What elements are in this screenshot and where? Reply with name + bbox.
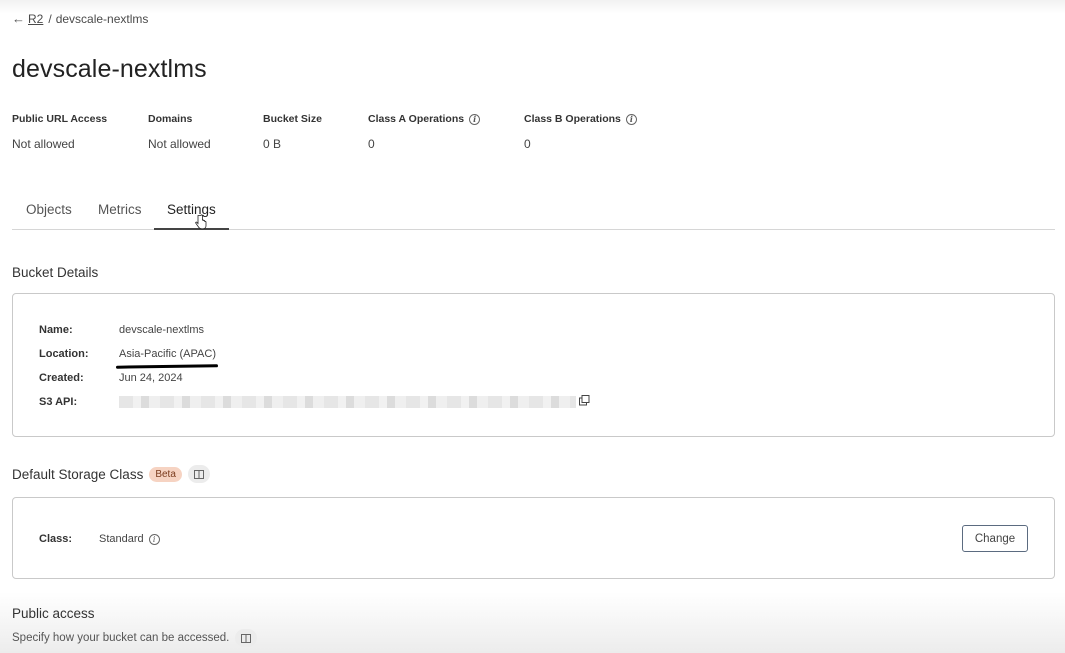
detail-label: Name:: [39, 324, 73, 336]
detail-label: S3 API:: [39, 396, 78, 408]
beta-badge: Beta: [149, 466, 182, 482]
bucket-created-value: Jun 24, 2024: [119, 372, 183, 384]
stat-class-a-operations: Class A Operations i 0: [368, 113, 481, 151]
stat-label: Domains: [148, 113, 193, 125]
breadcrumb-current: devscale-nextlms: [55, 11, 149, 26]
stat-label: Public URL Access: [12, 113, 108, 125]
hand-pointer-icon: [195, 214, 207, 230]
breadcrumb-link-r2[interactable]: R2: [28, 12, 43, 26]
active-tab-indicator: [154, 228, 229, 230]
stat-public-url-access: Public URL Access Not allowed: [12, 113, 107, 151]
detail-label: Location:: [39, 348, 89, 360]
storage-class-card: Class: Standard i Change: [12, 497, 1055, 579]
detail-row-location: Location: Asia-Pacific (APAC): [39, 348, 216, 360]
public-access-title: Public access: [12, 606, 95, 621]
bucket-details-title: Bucket Details: [12, 265, 99, 280]
breadcrumb-separator: /: [48, 11, 52, 26]
stat-domains: Domains Not allowed: [148, 113, 211, 151]
bucket-details-card: Name: devscale-nextlms Location: Asia-Pa…: [12, 293, 1055, 437]
page-title: devscale-nextlms: [12, 55, 207, 83]
change-storage-class-button[interactable]: Change: [962, 525, 1028, 552]
detail-row-name: Name: devscale-nextlms: [39, 324, 204, 336]
detail-label: Created:: [39, 372, 84, 384]
stat-bucket-size: Bucket Size 0 B: [263, 113, 322, 151]
stat-label: Class A Operations i: [368, 113, 481, 125]
info-circle-icon[interactable]: i: [469, 113, 481, 125]
arrow-left-icon[interactable]: ←: [12, 11, 25, 26]
s3-api-value-redacted: [119, 396, 576, 408]
storage-class-row: Class: Standard i: [39, 533, 160, 545]
detail-row-created: Created: Jun 24, 2024: [39, 372, 183, 384]
book-icon[interactable]: [235, 629, 258, 647]
public-access-description: Specify how your bucket can be accessed.: [12, 629, 258, 647]
info-circle-icon[interactable]: i: [148, 533, 160, 545]
detail-row-s3-api: S3 API:: [39, 396, 576, 408]
stat-value: 0: [524, 137, 531, 151]
tab-metrics[interactable]: Metrics: [98, 202, 142, 217]
storage-class-value: Standard i: [99, 533, 160, 545]
tab-objects[interactable]: Objects: [26, 202, 72, 217]
stat-value: 0: [368, 137, 375, 151]
copy-icon[interactable]: [579, 395, 590, 406]
stat-value: Not allowed: [148, 137, 211, 151]
tab-bar: Objects Metrics Settings: [12, 196, 1055, 230]
storage-class-title: Default Storage Class Beta: [12, 465, 210, 483]
breadcrumb: ← R2 / devscale-nextlms: [12, 11, 148, 26]
stat-value: 0 B: [263, 137, 282, 151]
info-circle-icon[interactable]: i: [625, 113, 637, 125]
stat-label: Class B Operations i: [524, 113, 637, 125]
stat-value: Not allowed: [12, 137, 75, 151]
tab-settings[interactable]: Settings: [167, 202, 216, 217]
handwritten-underline: [115, 364, 219, 369]
stat-label: Bucket Size: [263, 113, 322, 125]
bucket-name-value: devscale-nextlms: [119, 324, 204, 336]
bucket-location-value: Asia-Pacific (APAC): [119, 348, 216, 360]
top-shade: [0, 0, 1065, 14]
detail-label: Class:: [39, 533, 73, 545]
stat-class-b-operations: Class B Operations i 0: [524, 113, 637, 151]
book-icon[interactable]: [187, 465, 210, 483]
